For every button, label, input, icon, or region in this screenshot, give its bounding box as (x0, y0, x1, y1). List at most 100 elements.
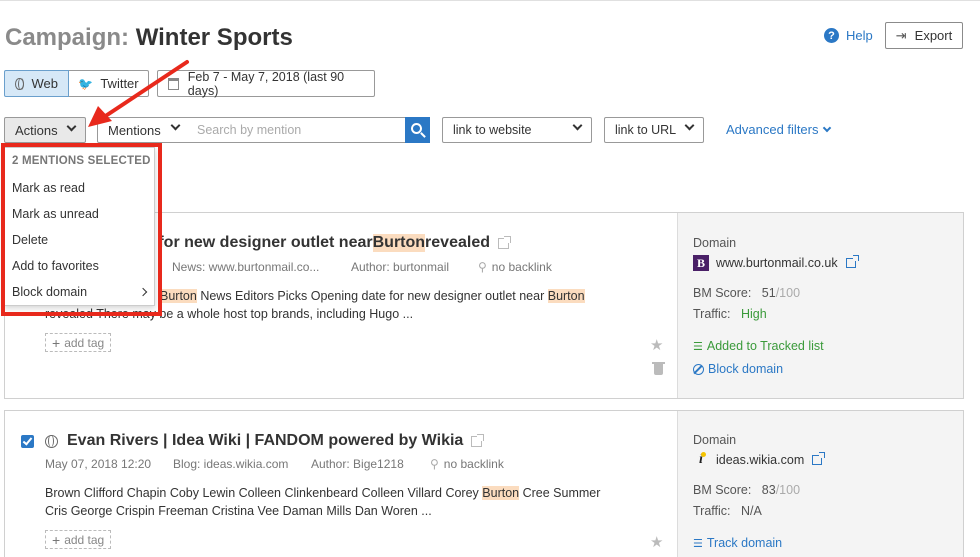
domain-value[interactable]: B www.burtonmail.co.uk (693, 255, 859, 271)
burtonmail-favicon: B (693, 255, 709, 271)
advanced-filters-label: Advanced filters (726, 122, 819, 137)
traffic-value: High (740, 307, 767, 321)
mention-checkbox[interactable] (21, 435, 34, 448)
add-tag-label: add tag (64, 532, 105, 547)
bm-score-max: /100 (775, 483, 801, 497)
advanced-filters-link[interactable]: Advanced filters (726, 122, 831, 137)
link-to-website-label: link to website (453, 123, 532, 137)
search-input[interactable]: Search by mention (188, 117, 406, 143)
mention-backlink: ⚲ no backlink (478, 260, 552, 274)
domain-panel: Domain i ideas.wikia.com BM Score: 83/10… (677, 411, 963, 557)
bm-score-label: BM Score: (693, 286, 752, 300)
tracked-label: Added to Tracked list (706, 339, 824, 353)
mention-author: Author: burtonmail (351, 260, 450, 274)
mention-title[interactable]: Evan Rivers | Idea Wiki | FANDOM powered… (45, 432, 485, 450)
chevron-down-icon (572, 120, 583, 131)
twitter-icon: 🐦 (78, 76, 94, 91)
backlink-text: no backlink (443, 457, 504, 471)
globe-icon (45, 434, 58, 448)
external-link-icon[interactable] (497, 235, 511, 249)
actions-label: Actions (15, 122, 58, 138)
menu-item-block-domain[interactable]: Block domain (12, 285, 150, 299)
link-to-url-label: link to URL (615, 123, 677, 137)
menu-item-add-favorites[interactable]: Add to favorites (12, 259, 150, 273)
trash-icon[interactable] (652, 362, 665, 375)
mention-title[interactable]: e for new designer outlet near Burton re… (145, 234, 511, 252)
link-icon: ⚲ (430, 457, 439, 471)
bm-score-max: /100 (775, 286, 801, 300)
link-to-website-select[interactable]: link to website (442, 117, 592, 143)
snippet-text: Cree Summer (519, 486, 601, 500)
mention-source[interactable]: News: www.burtonmail.co... (172, 260, 319, 274)
globe-icon (15, 77, 24, 90)
open-external-icon[interactable] (845, 255, 859, 268)
wikia-favicon: i (693, 452, 709, 468)
snippet-text: Cris George Crispin Freeman Cristina Vee… (45, 504, 432, 518)
mention-source[interactable]: Blog: ideas.wikia.com (173, 457, 288, 471)
external-link-icon[interactable] (471, 433, 485, 447)
menu-item-mark-read[interactable]: Mark as read (12, 181, 150, 195)
add-tag-button[interactable]: + add tag (45, 333, 112, 352)
block-icon (693, 363, 704, 375)
bm-score-label: BM Score: (693, 483, 752, 497)
plus-icon: + (52, 531, 61, 548)
campaign-name: Winter Sports (135, 24, 293, 51)
title-prefix: Campaign: (5, 24, 130, 51)
traffic-label: Traffic: (693, 504, 731, 518)
mention-snippet: Brown Clifford Chapin Coby Lewin Colleen… (45, 484, 600, 520)
bm-score: BM Score: 51/100 (693, 286, 800, 300)
domain-text: ideas.wikia.com (716, 453, 805, 467)
link-to-url-select[interactable]: link to URL (604, 117, 704, 143)
link-icon: ⚲ (478, 260, 487, 274)
mention-date: May 07, 2018 12:20 (45, 457, 152, 471)
list-check-icon: ☰ (693, 340, 703, 353)
mention-backlink: ⚲ no backlink (430, 457, 504, 471)
mention-author: Author: Bige1218 (311, 457, 404, 471)
track-domain-link[interactable]: ☰ Track domain (693, 536, 782, 550)
traffic-label: Traffic: (693, 307, 731, 321)
domain-label: Domain (693, 236, 737, 250)
help-icon: ? (824, 28, 839, 43)
export-button[interactable]: ⇥ Export (885, 22, 963, 49)
mention-title-text: revealed (425, 234, 490, 251)
bm-score: BM Score: 83/100 (693, 483, 800, 497)
block-domain-link[interactable]: Block domain (693, 362, 783, 376)
add-tag-button[interactable]: + add tag (45, 530, 112, 549)
keyword-highlight: Burton (547, 289, 585, 303)
help-label: Help (846, 28, 873, 43)
domain-text: www.burtonmail.co.uk (716, 256, 838, 270)
keyword-highlight: Burton (482, 486, 520, 500)
add-tag-label: add tag (64, 335, 105, 350)
domain-value[interactable]: i ideas.wikia.com (693, 452, 826, 468)
domain-panel: Domain B www.burtonmail.co.uk BM Score: … (677, 213, 963, 398)
mentions-label: Mentions (108, 122, 161, 138)
search-button[interactable] (405, 117, 430, 143)
open-external-icon[interactable] (812, 452, 826, 465)
help-link[interactable]: ? Help (824, 28, 873, 43)
chevron-down-icon (684, 120, 695, 131)
star-icon[interactable]: ★ (650, 533, 663, 551)
chevron-down-icon (170, 120, 181, 131)
mentions-dropdown[interactable]: Mentions (97, 117, 189, 143)
traffic: Traffic: High (693, 307, 767, 321)
chevron-down-icon (822, 123, 831, 133)
search-placeholder: Search by mention (197, 123, 302, 137)
tracked-status[interactable]: ☰ Added to Tracked list (693, 339, 824, 353)
star-icon[interactable]: ★ (650, 336, 663, 354)
menu-item-mark-unread[interactable]: Mark as unread (12, 207, 150, 221)
keyword-highlight: Burton (372, 234, 426, 252)
tab-twitter[interactable]: 🐦 Twitter (69, 70, 149, 97)
snippet-text: News Editors Picks Opening date for new … (196, 289, 548, 303)
tab-web[interactable]: Web (4, 70, 69, 97)
menu-item-label: Block domain (12, 285, 88, 299)
date-range-label: Feb 7 - May 7, 2018 (last 90 days) (187, 69, 345, 98)
date-range-picker[interactable]: Feb 7 - May 7, 2018 (last 90 days) (157, 69, 375, 98)
tab-twitter-label: Twitter (100, 76, 139, 91)
domain-label: Domain (693, 433, 737, 447)
bm-score-value: 83 (761, 483, 776, 497)
actions-dropdown[interactable]: Actions (4, 117, 86, 143)
traffic: Traffic: N/A (693, 504, 762, 518)
track-domain-label: Track domain (706, 536, 783, 550)
calendar-icon (168, 77, 179, 90)
menu-item-delete[interactable]: Delete (12, 233, 150, 247)
